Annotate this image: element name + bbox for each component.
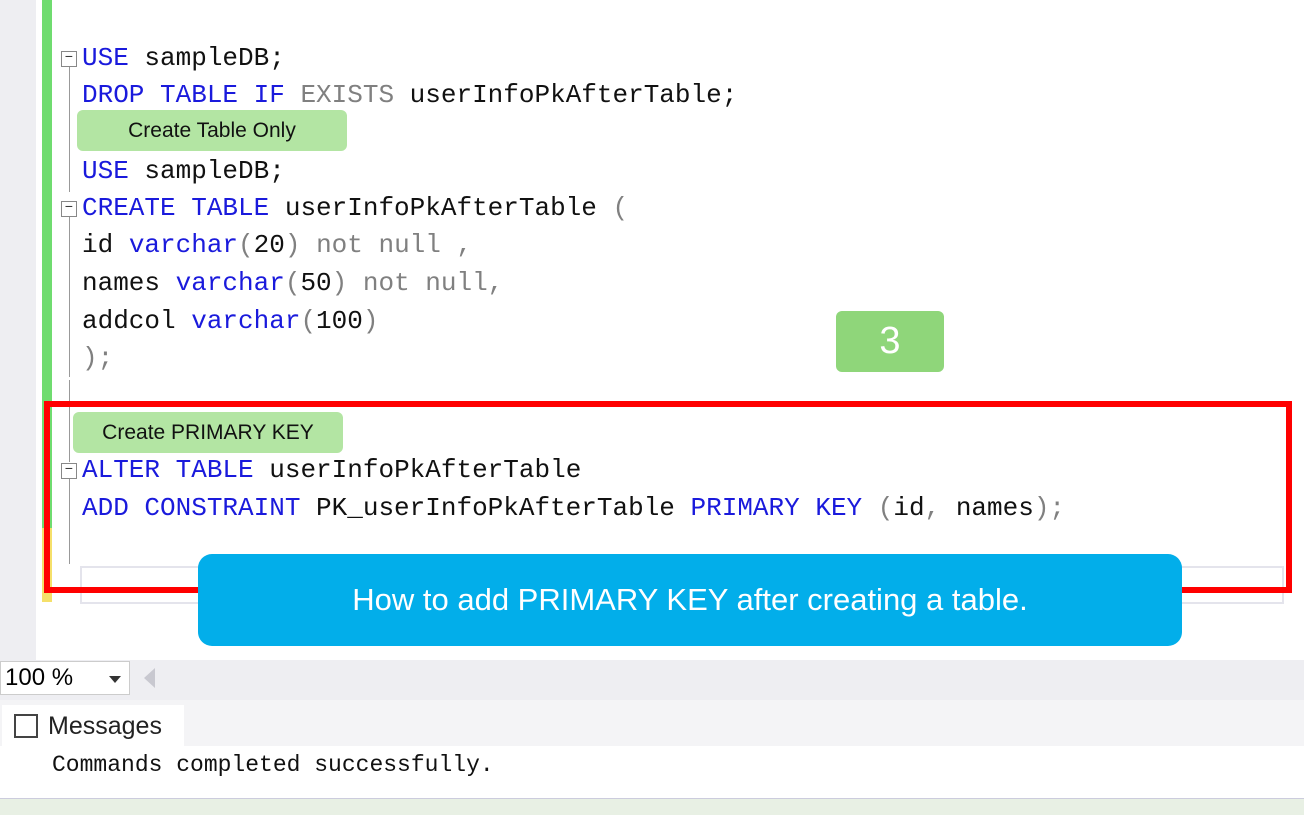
code-token: addcol — [82, 306, 192, 336]
code-token: sampleDB; — [128, 43, 285, 73]
messages-icon — [14, 714, 38, 738]
code-line: names varchar(50) not null, — [82, 268, 503, 298]
code-token: varchar — [128, 230, 239, 260]
annotation-create-table: Create Table Only — [77, 110, 347, 151]
code-token: 50 — [300, 268, 332, 298]
code-token: ( — [300, 306, 317, 336]
code-token: USE — [82, 156, 129, 186]
code-token: DROP TABLE IF — [82, 80, 285, 110]
caption-banner: How to add PRIMARY KEY after creating a … — [198, 554, 1182, 646]
code-token: ( — [284, 268, 301, 298]
code-token: USE — [82, 43, 129, 73]
fold-toggle-icon[interactable]: − — [61, 51, 77, 67]
code-token: userInfoPkAfterTable; — [394, 80, 738, 110]
code-token: 100 — [316, 306, 363, 336]
code-token: names — [82, 268, 176, 298]
annotation-create-pk: Create PRIMARY KEY — [73, 412, 343, 453]
code-token: sampleDB; — [128, 156, 285, 186]
code-line: CREATE TABLE userInfoPkAfterTable ( — [82, 193, 628, 223]
chevron-down-icon — [109, 676, 121, 683]
tab-messages[interactable]: Messages — [2, 705, 184, 747]
editor-status-bar — [0, 660, 1304, 700]
code-line: USE sampleDB; — [82, 43, 285, 73]
code-line: DROP TABLE IF EXISTS userInfoPkAfterTabl… — [82, 80, 737, 110]
editor-gutter — [0, 0, 36, 660]
code-token: ); — [82, 343, 114, 373]
code-token: ) — [362, 306, 379, 336]
scroll-left-icon[interactable] — [144, 668, 155, 688]
code-line: addcol varchar(100) — [82, 306, 378, 336]
code-line: ); — [82, 343, 113, 373]
code-token: varchar — [175, 268, 285, 298]
code-token: 20 — [253, 230, 285, 260]
zoom-value: 100 % — [5, 664, 74, 691]
status-bar — [0, 798, 1304, 815]
code-token: CREATE TABLE — [82, 193, 270, 223]
results-tab-strip — [0, 700, 1304, 746]
code-token: varchar — [191, 306, 301, 336]
fold-toggle-icon[interactable]: − — [61, 201, 77, 217]
zoom-dropdown[interactable]: 100 % — [0, 661, 130, 695]
code-token: ) not null, — [331, 268, 504, 298]
code-token: ) not null , — [284, 230, 473, 260]
code-line: id varchar(20) not null , — [82, 230, 472, 260]
code-token: EXISTS — [284, 80, 395, 110]
code-line: USE sampleDB; — [82, 156, 285, 186]
step-number-badge: 3 — [836, 311, 944, 372]
code-token: ( — [612, 193, 629, 223]
code-token: id — [82, 230, 129, 260]
result-message: Commands completed successfully. — [52, 752, 494, 778]
code-token: userInfoPkAfterTable — [269, 193, 613, 223]
code-token: ( — [238, 230, 254, 260]
